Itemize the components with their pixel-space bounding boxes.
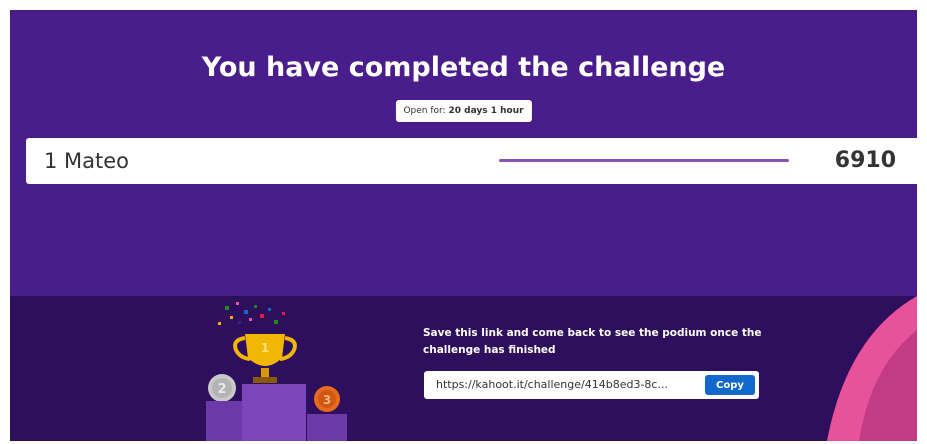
score-bar-fill xyxy=(499,159,789,162)
open-for-badge: Open for: 20 days 1 hour xyxy=(395,100,532,122)
second-place-number: 2 xyxy=(217,382,226,397)
save-link-message: Save this link and come back to see the … xyxy=(423,327,762,356)
player-score: 6910 xyxy=(834,148,896,173)
decorative-swoosh-icon xyxy=(827,296,917,441)
leaderboard-row: 1 Mateo 6910 xyxy=(26,138,917,184)
podium-illustration: 1 2 3 xyxy=(206,302,347,441)
podium-first xyxy=(242,384,306,441)
podium-section: 1 2 3 Save this link and come back to se… xyxy=(10,296,917,441)
podium-third xyxy=(307,414,347,441)
challenge-link-field[interactable]: https://kahoot.it/challenge/414b8ed3-8c.… xyxy=(424,371,759,399)
third-place-medal-icon: 3 xyxy=(314,386,340,412)
challenge-link-text[interactable]: https://kahoot.it/challenge/414b8ed3-8c.… xyxy=(436,378,691,391)
trophy-icon: 1 xyxy=(233,334,297,383)
open-for-value: 20 days 1 hour xyxy=(448,106,524,116)
challenge-complete-screen: You have completed the challenge Open fo… xyxy=(10,10,917,441)
page-title: You have completed the challenge xyxy=(201,52,726,83)
first-place-number: 1 xyxy=(261,341,269,355)
podium-second xyxy=(206,401,242,441)
player-rank-name: 1 Mateo xyxy=(44,149,130,173)
confetti-icon xyxy=(218,302,285,325)
third-place-number: 3 xyxy=(323,393,331,407)
open-for-label: Open for: xyxy=(403,106,446,116)
copy-button[interactable]: Copy xyxy=(705,375,755,395)
score-bar xyxy=(499,159,789,162)
second-place-medal-icon: 2 xyxy=(208,374,236,402)
